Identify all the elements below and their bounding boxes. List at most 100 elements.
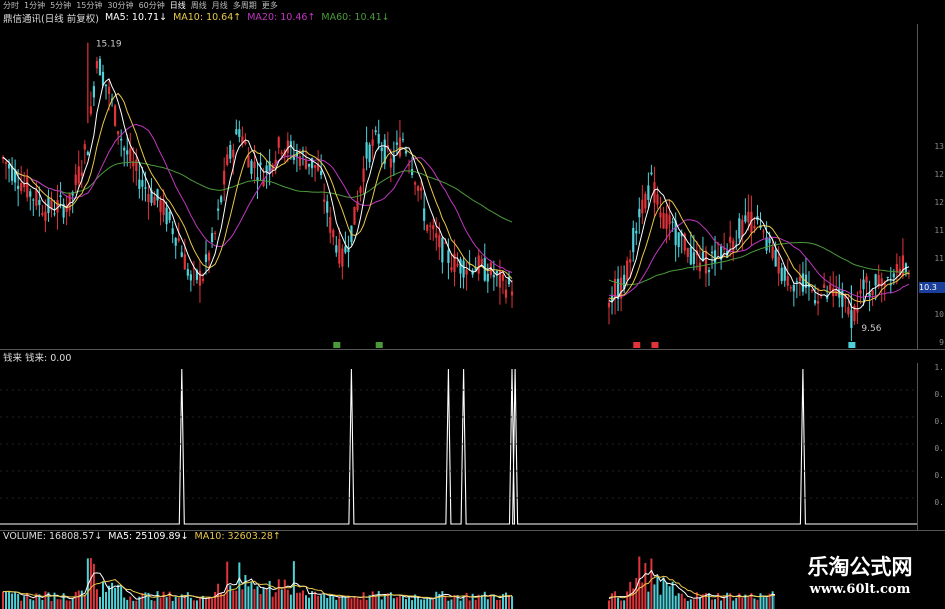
tab-1[interactable]: 1分钟 xyxy=(24,0,45,11)
volume-bar xyxy=(383,594,386,609)
volume-bar xyxy=(656,576,659,609)
volume-bar xyxy=(723,596,726,609)
volume-bar xyxy=(720,600,723,609)
volume-bar xyxy=(623,600,626,609)
volume-bar xyxy=(150,600,153,609)
volume-bar xyxy=(680,593,683,609)
volume-bar xyxy=(298,592,301,609)
volume-bar xyxy=(511,596,514,609)
candle-body xyxy=(486,273,489,282)
tab-2[interactable]: 5分钟 xyxy=(50,0,71,11)
volume-bar xyxy=(114,587,117,609)
volume-bar xyxy=(447,600,450,609)
candle-body xyxy=(492,274,495,278)
volume-bar xyxy=(89,558,92,609)
candle-body xyxy=(144,187,147,189)
candle-body xyxy=(95,60,99,69)
current-price-tag: 10.3 xyxy=(919,282,945,293)
volume-bar xyxy=(417,597,420,609)
candle-body xyxy=(168,211,171,221)
volume-bar xyxy=(156,591,159,609)
candle-body xyxy=(859,290,862,294)
candle-body xyxy=(32,199,35,201)
candle-body xyxy=(304,159,308,169)
volume-bar xyxy=(380,599,383,609)
candle-body xyxy=(374,130,377,133)
stock-name: 鼎信通讯(日线 前复权) xyxy=(3,13,99,25)
candle-body xyxy=(189,274,192,281)
volume-bar xyxy=(347,595,350,609)
volume-bar xyxy=(753,598,756,609)
candle-body xyxy=(253,161,256,168)
tab-3[interactable]: 15分钟 xyxy=(76,0,102,11)
volume-bar xyxy=(301,590,304,609)
candle-body xyxy=(120,138,123,141)
price-chart[interactable]: 15.19 9.56 xyxy=(0,24,917,349)
tab-10[interactable]: 更多 xyxy=(262,0,278,11)
candle-body xyxy=(789,287,792,289)
axis-tick: 11 xyxy=(934,226,944,235)
volume-bar xyxy=(8,591,11,609)
volume-bar xyxy=(395,597,398,609)
volume-bar xyxy=(183,595,186,609)
volume-bar xyxy=(211,598,214,609)
volume-bar xyxy=(32,600,35,609)
candle-body xyxy=(392,155,395,163)
candle-body xyxy=(68,192,71,211)
volume-bar xyxy=(208,598,211,609)
candle-body xyxy=(462,260,465,278)
candle-body xyxy=(362,168,365,182)
volume-bar xyxy=(83,594,86,609)
volume-bar xyxy=(423,599,426,609)
candle-body xyxy=(792,284,795,292)
volume-bar xyxy=(617,597,620,609)
volume-bar xyxy=(374,596,377,609)
tab-0[interactable]: 分时 xyxy=(3,0,19,11)
tab-4[interactable]: 30分钟 xyxy=(107,0,133,11)
volume-bar xyxy=(29,599,32,609)
candle-body xyxy=(44,211,47,221)
volume-bar xyxy=(326,597,329,609)
candle-body xyxy=(320,170,323,176)
candle-body xyxy=(117,131,120,135)
volume-bar xyxy=(714,599,717,609)
candle-body xyxy=(326,201,329,213)
volume-bar xyxy=(432,599,435,609)
volume-bar xyxy=(483,591,486,609)
volume-ma5-label: MA5: 25109.89↓ xyxy=(108,531,189,542)
volume-bar xyxy=(620,600,623,609)
candle-body xyxy=(89,106,92,114)
candle-body xyxy=(668,215,671,225)
candle-body xyxy=(465,269,468,275)
volume-bar xyxy=(159,597,162,609)
volume-bar xyxy=(732,600,735,609)
tab-5[interactable]: 60分钟 xyxy=(139,0,165,11)
candle-body xyxy=(747,211,750,223)
volume-bar xyxy=(338,596,341,609)
candle-body xyxy=(332,230,335,238)
tab-7[interactable]: 周线 xyxy=(191,0,207,11)
axis-tick: 9 xyxy=(939,338,944,347)
volume-bar xyxy=(265,588,268,609)
candle-body xyxy=(447,250,450,264)
candle-body xyxy=(307,163,311,167)
tab-6[interactable]: 日线 xyxy=(170,0,186,11)
candle-body xyxy=(214,232,217,234)
candle-body xyxy=(341,248,344,267)
candle-body xyxy=(671,221,674,223)
volume-bar xyxy=(68,600,71,609)
candle-body xyxy=(313,164,317,168)
candle-body xyxy=(107,86,111,95)
volume-bar xyxy=(359,599,362,609)
indicator-chart[interactable] xyxy=(0,363,917,530)
volume-bar xyxy=(247,586,250,609)
candle-body xyxy=(226,154,229,165)
volume-bar xyxy=(171,600,174,609)
volume-bar xyxy=(277,579,280,609)
candle-body xyxy=(353,206,356,225)
tab-8[interactable]: 月线 xyxy=(212,0,228,11)
high-price-label: 15.19 xyxy=(96,40,122,50)
tab-9[interactable]: 多周期 xyxy=(233,0,257,11)
candle-body xyxy=(456,264,459,266)
volume-bar xyxy=(504,592,507,609)
